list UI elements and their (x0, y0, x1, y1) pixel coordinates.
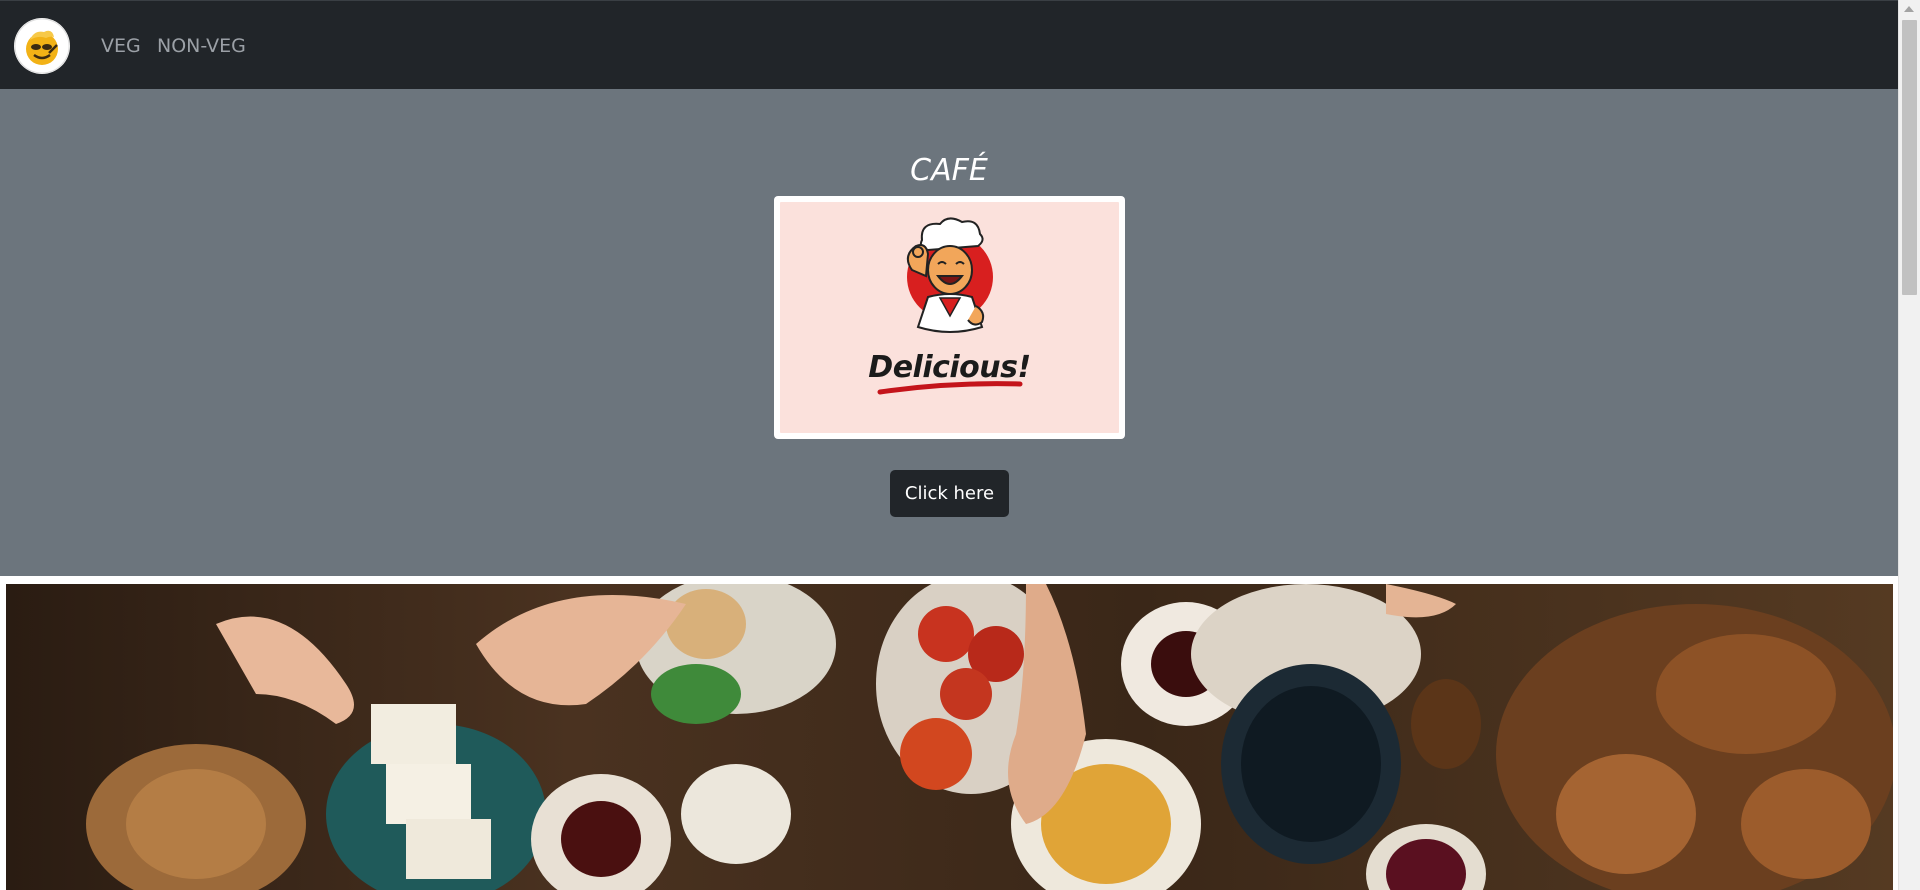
nav-link-veg[interactable]: VEG (101, 34, 141, 58)
top-navbar: VEG NON-VEG (0, 0, 1898, 89)
hero-section: CAFÉ Delicious! Click here (0, 89, 1898, 576)
brand-logo-icon[interactable] (14, 18, 70, 74)
page: VEG NON-VEG CAFÉ Delicious! Click here (0, 0, 1898, 890)
click-here-button[interactable]: Click here (890, 470, 1009, 517)
food-banner-image (6, 584, 1893, 890)
logo-image: Delicious! (780, 202, 1119, 433)
scroll-thumb[interactable] (1902, 20, 1917, 295)
vertical-scrollbar[interactable] (1898, 0, 1920, 890)
scroll-up-arrow-icon[interactable] (1904, 6, 1914, 12)
chef-mascot-icon (877, 217, 1023, 395)
logo-text: Delicious! (868, 350, 1031, 385)
nav-link-non-veg[interactable]: NON-VEG (157, 34, 246, 58)
page-title: CAFÉ (910, 153, 988, 188)
logo-card: Delicious! (774, 196, 1125, 439)
